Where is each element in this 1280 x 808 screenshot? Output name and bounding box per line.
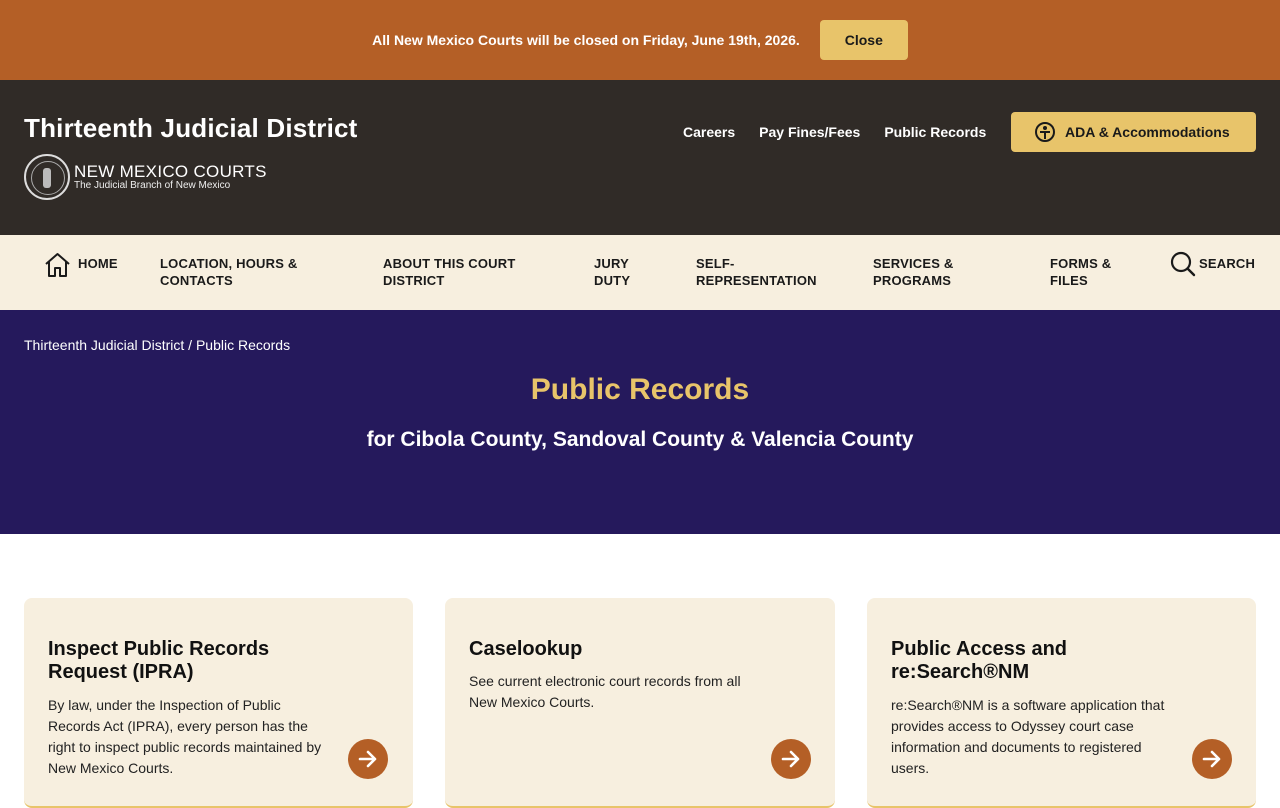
court-seal-icon: [24, 154, 70, 200]
card-description: re:Search®NM is a software application t…: [891, 697, 1165, 776]
card-description: See current electronic court records fro…: [469, 673, 741, 710]
closure-alert-banner: All New Mexico Courts will be closed on …: [0, 0, 1280, 80]
page-hero: Thirteenth Judicial District / Public Re…: [0, 310, 1280, 534]
nav-search[interactable]: SEARCH: [1199, 255, 1255, 272]
nav-forms-files[interactable]: FORMS & FILES: [1050, 255, 1140, 289]
card-title: Caselookup: [469, 638, 583, 660]
card-caselookup[interactable]: Caselookup See current electronic court …: [445, 598, 835, 808]
search-icon[interactable]: [1170, 251, 1196, 277]
page-subtitle: for Cibola County, Sandoval County & Val…: [366, 428, 914, 451]
card-ipra[interactable]: Inspect Public Records Request (IPRA) By…: [24, 598, 413, 808]
utility-nav: Careers Pay Fines/Fees Public Records: [683, 124, 986, 140]
careers-link[interactable]: Careers: [683, 124, 735, 140]
logo-name: NEW MEXICO COURTS: [74, 162, 267, 181]
pay-fines-link[interactable]: Pay Fines/Fees: [759, 124, 860, 140]
nav-about-court-district[interactable]: ABOUT THIS COURT DISTRICT: [383, 255, 553, 289]
card-title: Inspect Public Records Request (IPRA): [48, 638, 270, 683]
arrow-right-icon[interactable]: [348, 739, 388, 779]
nav-self-representation[interactable]: SELF- REPRESENTATION: [696, 255, 826, 289]
site-header: Thirteenth Judicial District NEW MEXICO …: [0, 80, 1280, 235]
nm-courts-logo[interactable]: NEW MEXICO COURTS The Judicial Branch of…: [24, 154, 267, 200]
card-title: Public Access and re:Search®NM: [891, 638, 1067, 683]
accessibility-icon: [1035, 122, 1055, 142]
alert-message: All New Mexico Courts will be closed on …: [372, 32, 800, 48]
alert-close-button[interactable]: Close: [819, 20, 908, 60]
nav-jury-duty[interactable]: JURY DUTY: [594, 255, 654, 289]
main-nav: HOME LOCATION, HOURS & CONTACTS ABOUT TH…: [0, 235, 1280, 310]
logo-subtitle: The Judicial Branch of New Mexico: [74, 180, 231, 191]
public-records-link[interactable]: Public Records: [884, 124, 986, 140]
breadcrumb[interactable]: Thirteenth Judicial District / Public Re…: [24, 337, 290, 353]
site-title[interactable]: Thirteenth Judicial District: [24, 113, 358, 144]
nav-home[interactable]: HOME: [78, 255, 118, 272]
ada-accommodations-button[interactable]: ADA & Accommodations: [1011, 112, 1256, 152]
card-research-nm[interactable]: Public Access and re:Search®NM re:Search…: [867, 598, 1256, 808]
card-description: By law, under the Inspection of Public R…: [48, 697, 322, 776]
arrow-right-icon[interactable]: [1192, 739, 1232, 779]
home-icon[interactable]: [44, 252, 71, 278]
arrow-right-icon[interactable]: [771, 739, 811, 779]
page-title: Public Records: [530, 373, 750, 406]
nav-location-hours-contacts[interactable]: LOCATION, HOURS & CONTACTS: [160, 255, 330, 289]
nav-services-programs[interactable]: SERVICES & PROGRAMS: [873, 255, 983, 289]
ada-label: ADA & Accommodations: [1065, 124, 1230, 140]
